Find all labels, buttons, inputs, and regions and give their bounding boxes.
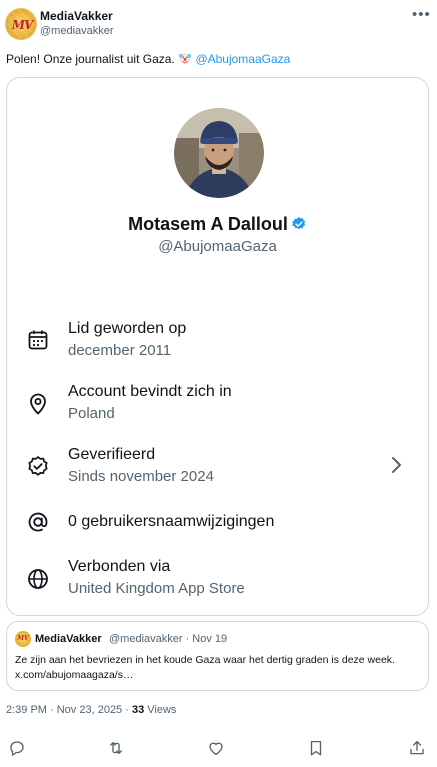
share-icon[interactable] <box>408 739 426 757</box>
quote-author-avatar: MV <box>15 631 31 647</box>
quote-author-name: MediaVakker <box>35 633 102 645</box>
row-subtitle: december 2011 <box>68 342 172 359</box>
author-handle[interactable]: @mediavakker <box>40 25 114 37</box>
mention-link[interactable]: @AbujomaaGaza <box>195 52 290 66</box>
tweet-text: Polen! Onze journalist uit Gaza. @Abujom… <box>6 51 290 66</box>
quote-meta: @mediavakker · Nov 19 <box>109 633 228 645</box>
quote-avatar-logo-text: MV <box>17 635 29 642</box>
globe-icon <box>28 569 48 589</box>
timestamp-text[interactable]: 2:39 PM · Nov 23, 2025 · <box>6 704 132 716</box>
verified-badge-icon <box>292 217 305 230</box>
row-location: Account bevindt zich in Poland <box>7 381 428 431</box>
quoted-tweet[interactable]: MV MediaVakker @mediavakker · Nov 19 Ze … <box>6 621 429 691</box>
clown-emoji <box>178 53 192 64</box>
at-sign-icon <box>28 512 48 532</box>
tweet-body: Polen! Onze journalist uit Gaza. <box>6 52 179 66</box>
row-subtitle: Poland <box>68 405 115 422</box>
row-verified[interactable]: Geverifieerd Sinds november 2024 <box>7 444 428 494</box>
views-count: 33 <box>131 704 145 716</box>
row-title: Verbonden via <box>68 558 171 575</box>
avatar-logo-text: MV <box>11 18 34 32</box>
action-bar <box>0 735 437 763</box>
more-horizontal-icon[interactable]: ••• <box>412 6 431 23</box>
tweet-header: MV MediaVakker @mediavakker ••• <box>0 0 437 46</box>
retweet-icon[interactable] <box>107 739 125 757</box>
profile-name: Motasem A Dalloul <box>7 214 428 235</box>
location-pin-icon <box>30 393 46 415</box>
bookmark-icon[interactable] <box>307 739 325 757</box>
row-title: Account bevindt zich in <box>68 383 232 400</box>
profile-handle: @AbujomaaGaza <box>158 238 277 255</box>
author-avatar[interactable]: MV <box>5 8 37 40</box>
row-title: Lid geworden op <box>68 320 187 337</box>
reply-icon[interactable] <box>8 739 26 757</box>
row-subtitle: Sinds november 2024 <box>68 468 214 485</box>
row-title: 0 gebruikersnaamwijzigingen <box>68 513 275 530</box>
profile-photo <box>174 108 264 198</box>
row-username-changes: 0 gebruikersnaamwijzigingen <box>7 508 428 558</box>
row-joined: Lid geworden op december 2011 <box>7 318 428 368</box>
row-connected-via: Verbonden via United Kingdom App Store <box>7 556 428 606</box>
quote-text: Ze zijn aan het bevriezen in het koude G… <box>15 654 395 681</box>
embedded-profile-card: Motasem A Dalloul @AbujomaaGaza Lid gewo… <box>6 77 429 616</box>
like-icon[interactable] <box>207 739 225 757</box>
row-subtitle: United Kingdom App Store <box>68 580 245 597</box>
chevron-right-icon[interactable] <box>389 455 405 475</box>
views-label: Views <box>144 704 177 716</box>
author-name[interactable]: MediaVakker <box>40 9 113 23</box>
profile-name-text: Motasem A Dalloul <box>128 214 288 234</box>
row-title: Geverifieerd <box>68 446 156 463</box>
tweet-timestamp: 2:39 PM · Nov 23, 2025 · 33 Views <box>6 704 176 716</box>
calendar-icon <box>28 330 48 350</box>
verified-badge-icon <box>28 456 48 476</box>
